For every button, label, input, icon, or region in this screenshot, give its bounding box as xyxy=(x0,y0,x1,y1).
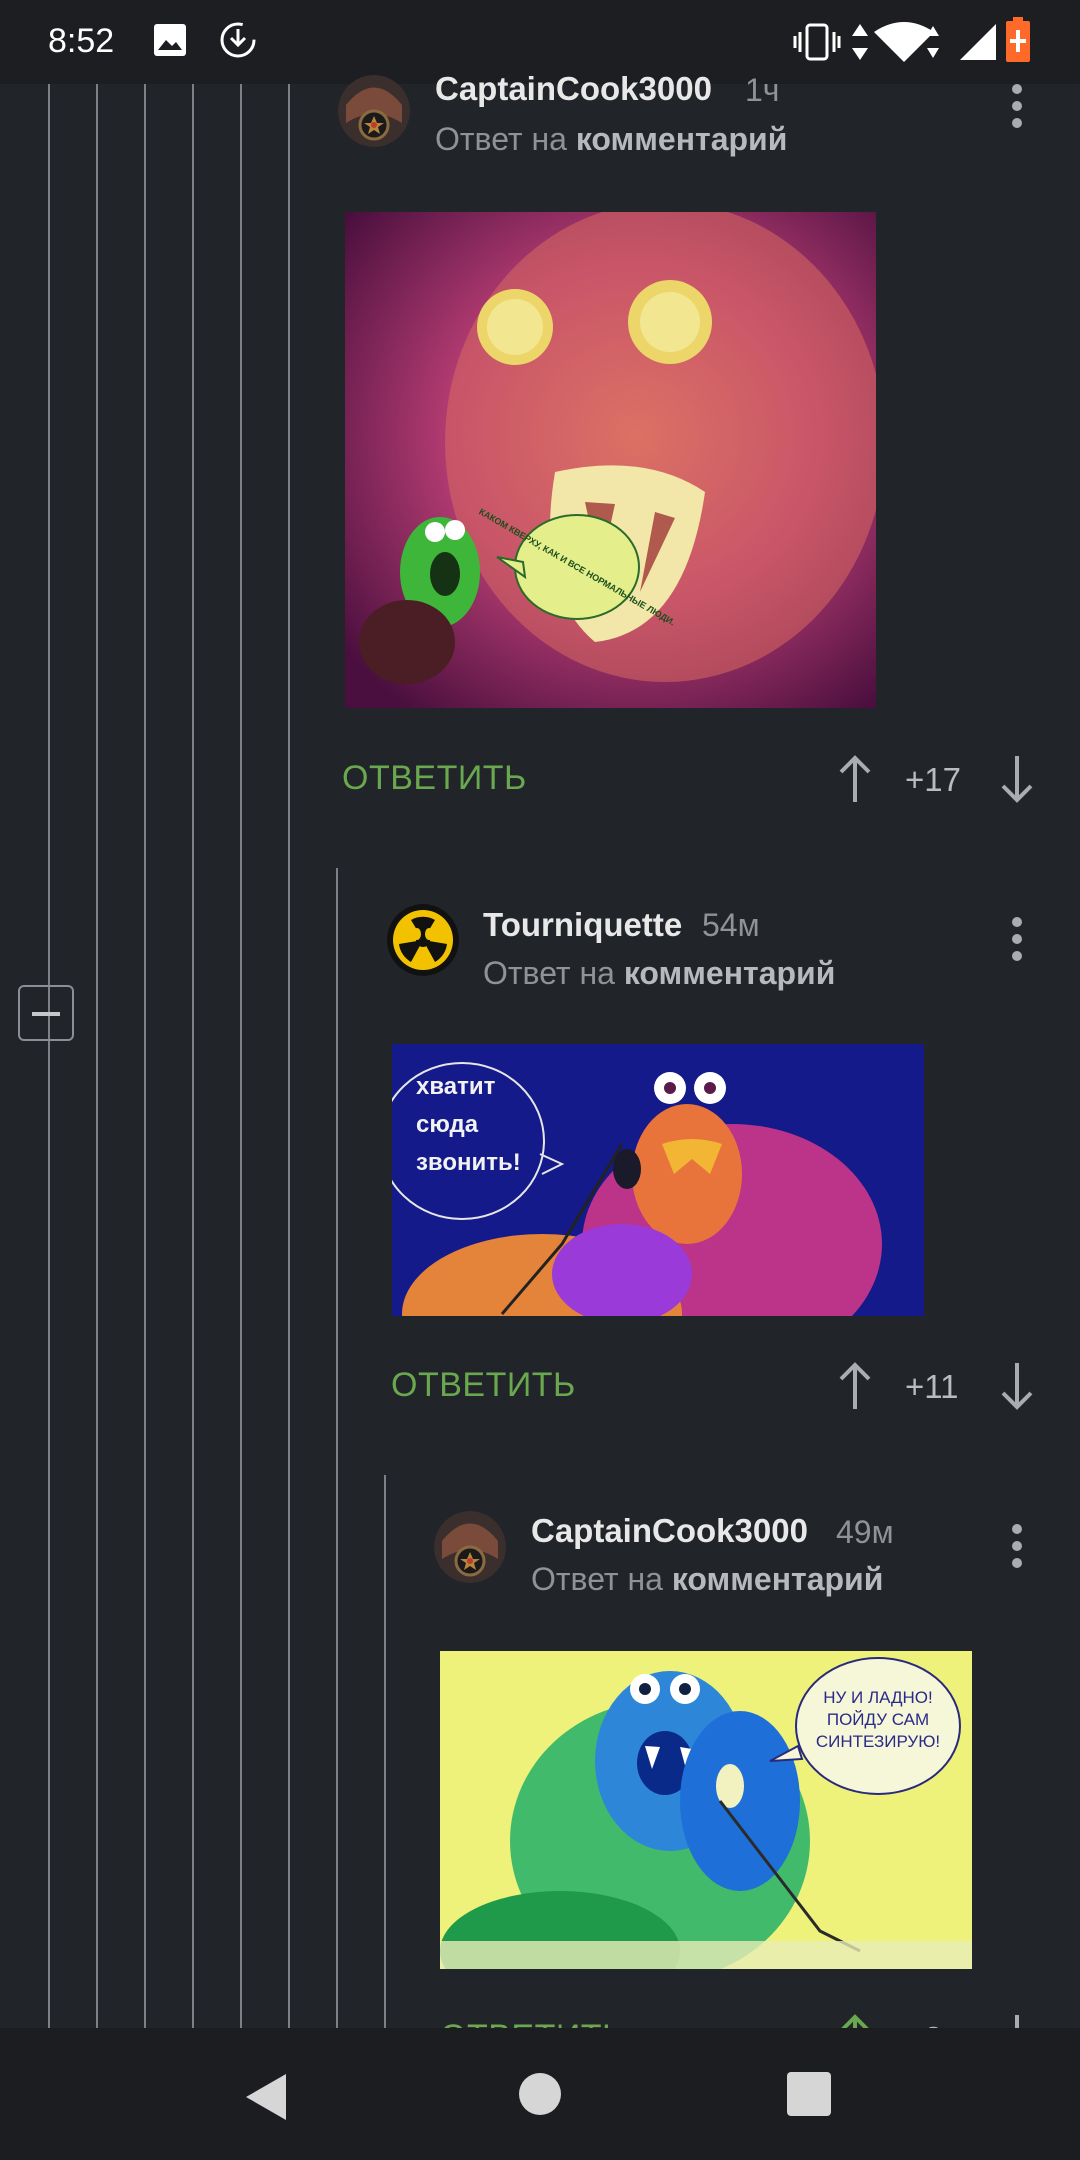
comment-author[interactable]: CaptainCook3000 xyxy=(531,1512,808,1550)
comment-time: 49м xyxy=(836,1514,894,1550)
recents-icon[interactable] xyxy=(787,2072,831,2116)
home-icon[interactable] xyxy=(518,2072,562,2116)
comment-image[interactable]: НУ И ЛАДНО! ПОЙДУ САМ СИНТЕЗИРУЮ! xyxy=(440,1651,972,1969)
navigation-bar xyxy=(0,2028,1080,2160)
more-options-icon[interactable] xyxy=(1011,1524,1023,1570)
reply-to-link[interactable]: комментарий xyxy=(672,1561,884,1597)
avatar[interactable] xyxy=(434,1511,506,1583)
back-icon[interactable] xyxy=(244,2072,288,2122)
image-caption: НУ И ЛАДНО! ПОЙДУ САМ СИНТЕЗИРУЮ! xyxy=(816,1688,940,1751)
reply-to-prefix: Ответ на xyxy=(531,1561,663,1597)
comment: CaptainCook3000 49м Ответ на комментарий… xyxy=(0,0,1080,2062)
reply-to-line: Ответ на комментарий xyxy=(531,1561,883,1598)
